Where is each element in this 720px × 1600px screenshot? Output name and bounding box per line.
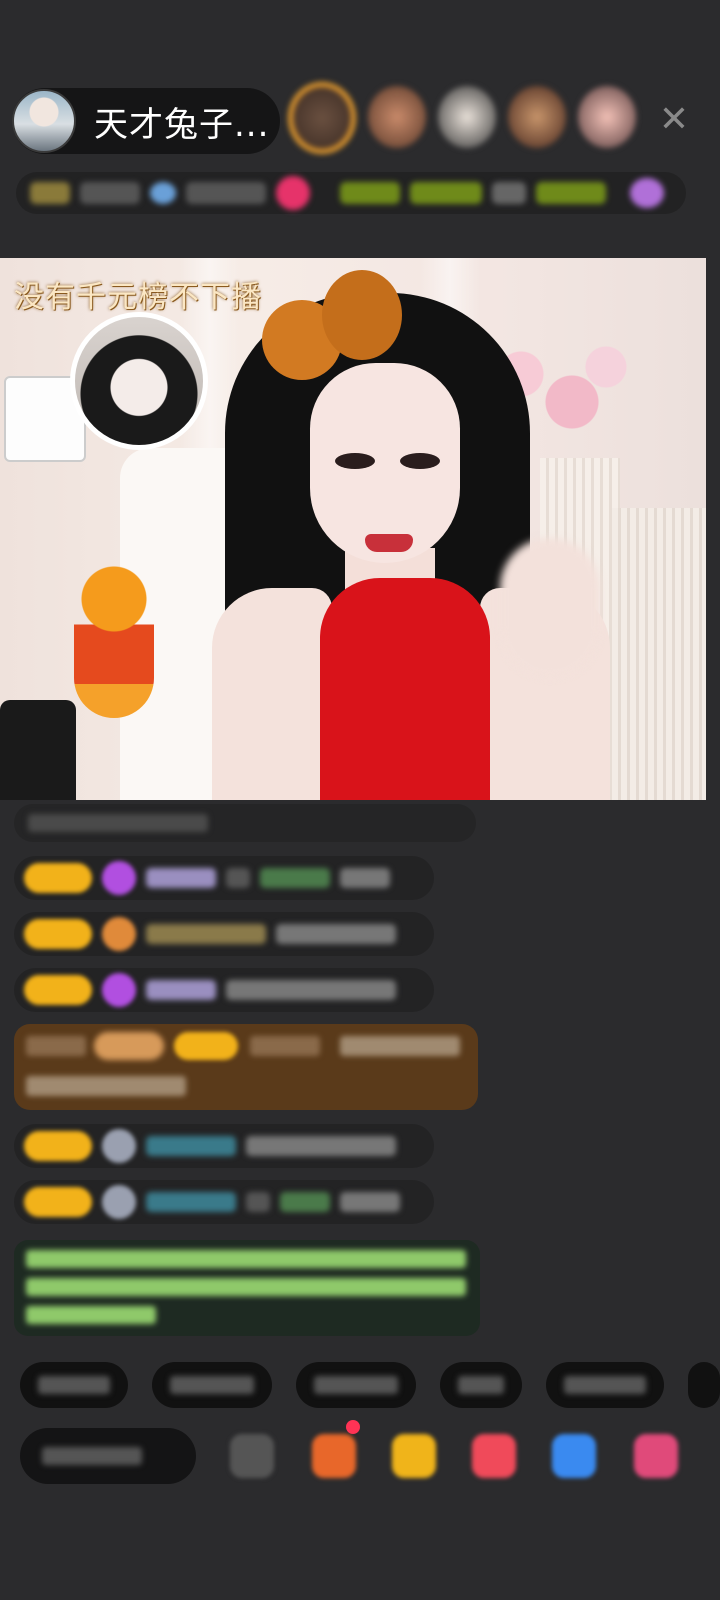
- viewer-avatar[interactable]: [288, 82, 356, 154]
- level-badge: [24, 1131, 92, 1161]
- chip-text: [314, 1376, 398, 1394]
- quick-reply-chip[interactable]: [546, 1362, 664, 1408]
- chat-username: [280, 1192, 330, 1212]
- chat-message[interactable]: [14, 1124, 434, 1168]
- game-icon[interactable]: [552, 1434, 596, 1478]
- host-name: 天才兔子...: [94, 104, 270, 145]
- info-badge: [492, 182, 526, 204]
- viewer-avatar[interactable]: [508, 86, 566, 148]
- plush-toy: [74, 548, 154, 718]
- notice-text: [26, 1250, 466, 1268]
- chat-text: [28, 814, 208, 832]
- quick-reply-chip[interactable]: [20, 1362, 128, 1408]
- level-badge: [24, 1187, 92, 1217]
- chat-message[interactable]: [14, 968, 434, 1012]
- streamer-eye: [335, 453, 375, 469]
- level-badge: [174, 1032, 238, 1060]
- background-pillar: [612, 508, 706, 800]
- level-badge: [24, 975, 92, 1005]
- info-badge: [410, 182, 482, 204]
- notice-text: [26, 1278, 466, 1296]
- chip-text: [458, 1376, 504, 1394]
- chat-text: [340, 1192, 400, 1212]
- chat-message[interactable]: [14, 856, 434, 900]
- viewer-avatar[interactable]: [438, 86, 496, 148]
- chat-input[interactable]: [20, 1428, 196, 1484]
- info-badge: [630, 178, 664, 208]
- info-text: [80, 182, 140, 204]
- viewer-avatar[interactable]: [578, 86, 636, 148]
- stream-info-bar[interactable]: [16, 172, 686, 214]
- chat-message[interactable]: [14, 1180, 434, 1224]
- bear-headband-sticker: [262, 270, 402, 400]
- gift-icon[interactable]: [392, 1434, 436, 1478]
- info-text: [186, 182, 266, 204]
- info-badge: [536, 182, 606, 204]
- chat-username: [146, 1192, 236, 1212]
- notification-dot: [346, 1420, 360, 1434]
- info-badge: [150, 182, 176, 204]
- system-notice: [14, 1240, 480, 1336]
- gift-box-icon[interactable]: [312, 1434, 356, 1478]
- microphone: [0, 700, 76, 800]
- chat-badge: [26, 1036, 86, 1056]
- chip-text: [170, 1376, 254, 1394]
- level-badge: [24, 919, 92, 949]
- notice-text: [26, 1306, 156, 1324]
- chat-text: [246, 1136, 396, 1156]
- host-profile-pill[interactable]: 天才兔子...: [12, 88, 280, 154]
- level-badge: [24, 863, 92, 893]
- streamer-lips: [365, 534, 413, 552]
- close-icon[interactable]: ✕: [654, 100, 694, 140]
- diamond-icon: [102, 861, 136, 895]
- chat-text: [226, 980, 396, 1000]
- streamer-dress: [320, 578, 490, 800]
- streamer-shoulder: [212, 588, 332, 800]
- viewer-avatar[interactable]: [368, 86, 426, 148]
- info-badge: [276, 176, 310, 210]
- chip-text: [38, 1376, 110, 1394]
- chat-badge: [94, 1032, 164, 1060]
- streamer-eye: [400, 453, 440, 469]
- info-badge: [340, 182, 400, 204]
- pip-avatar[interactable]: [70, 312, 208, 450]
- lucky-bag-icon[interactable]: [472, 1434, 516, 1478]
- diamond-icon: [102, 973, 136, 1007]
- chat-username: [250, 1036, 320, 1056]
- user-icon: [102, 1129, 136, 1163]
- chat-text: [226, 868, 250, 888]
- chat-message[interactable]: [14, 1024, 478, 1110]
- chat-username: [260, 868, 330, 888]
- top-viewers: [288, 82, 636, 154]
- chat-text: [340, 868, 390, 888]
- user-icon: [102, 1185, 136, 1219]
- quick-reply-chip[interactable]: [688, 1362, 720, 1408]
- chat-username: [146, 868, 216, 888]
- chat-text: [276, 924, 396, 944]
- quick-reply-chip[interactable]: [152, 1362, 272, 1408]
- chat-message: [14, 804, 476, 842]
- host-avatar[interactable]: [12, 89, 76, 153]
- bear-sticker-part: [322, 270, 402, 360]
- stream-title-overlay: 没有千元榜不下播: [14, 280, 262, 315]
- chat-message[interactable]: [14, 912, 434, 956]
- chat-username: [146, 924, 266, 944]
- quick-reply-chip[interactable]: [440, 1362, 522, 1408]
- more-icon[interactable]: [634, 1434, 678, 1478]
- chat-text: [340, 1036, 460, 1056]
- chat-username: [146, 1136, 236, 1156]
- chat-text: [26, 1076, 186, 1096]
- chat-username: [146, 980, 216, 1000]
- streamer-hand: [500, 538, 600, 678]
- chip-text: [564, 1376, 646, 1394]
- badge-icon: [102, 917, 136, 951]
- input-placeholder: [42, 1447, 142, 1465]
- emoji-icon[interactable]: [230, 1434, 274, 1478]
- info-badge: [30, 182, 70, 204]
- chat-text: [246, 1192, 270, 1212]
- quick-reply-chip[interactable]: [296, 1362, 416, 1408]
